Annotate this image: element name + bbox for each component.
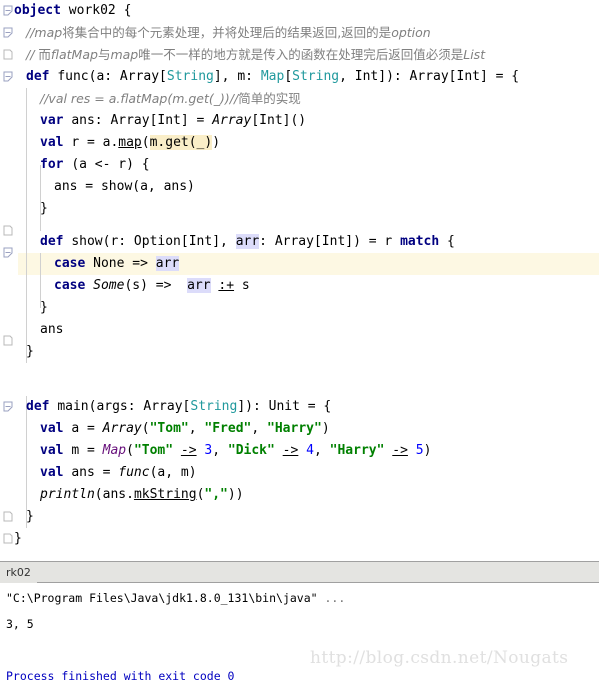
code-line[interactable]: ans = show(a, ans) (54, 176, 195, 198)
code-line[interactable]: val m = Map("Tom" -> 3, "Dick" -> 4, "Ha… (40, 440, 431, 462)
console-exit-message: Process finished with exit code 0 (6, 669, 235, 683)
console-command-text: "C:\Program Files\Java\jdk1.8.0_131\bin\… (6, 591, 325, 605)
code-line[interactable]: println(ans.mkString(",")) (40, 484, 244, 506)
code-line[interactable]: def func(a: Array[String], m: Map[String… (26, 66, 519, 88)
code-line[interactable]: val ans = func(a, m) (40, 462, 197, 484)
console-command-ellipsis: ... (324, 591, 346, 605)
code-line[interactable]: } (40, 297, 48, 319)
console-tab-bar[interactable]: rk02 (0, 561, 599, 583)
code-line[interactable]: } (26, 341, 34, 363)
code-line[interactable]: case Some(s) => arr :+ s (54, 275, 250, 297)
code-line[interactable]: } (14, 528, 22, 550)
code-text-area[interactable]: object work02 { //map将集合中的每个元素处理，并将处理后的结… (0, 0, 599, 561)
console-command-line: "C:\Program Files\Java\jdk1.8.0_131\bin\… (6, 589, 346, 608)
console-tab-work02[interactable]: rk02 (0, 562, 37, 583)
code-line[interactable]: val a = Array("Tom", "Fred", "Harry") (40, 418, 330, 440)
watermark-text: http://blog.csdn.net/Nougats (310, 648, 569, 668)
code-line[interactable]: case None => arr (54, 253, 180, 275)
code-editor[interactable]: object work02 { //map将集合中的每个元素处理，并将处理后的结… (0, 0, 599, 561)
code-line[interactable]: def show(r: Option[Int], arr: Array[Int]… (40, 231, 455, 253)
code-line[interactable]: //val res = a.flatMap(m.get(_))//简单的实现 (40, 88, 301, 110)
code-line[interactable]: object work02 { (14, 0, 131, 22)
code-line[interactable]: for (a <- r) { (40, 154, 150, 176)
code-line[interactable]: var ans: Array[Int] = Array[Int]() (40, 110, 306, 132)
code-line[interactable]: //map将集合中的每个元素处理，并将处理后的结果返回,返回的是option (26, 22, 431, 44)
code-line[interactable]: } (40, 198, 48, 220)
code-line[interactable]: } (26, 506, 34, 528)
console-program-output: 3, 5 (6, 617, 34, 631)
code-line[interactable]: ans (40, 319, 63, 341)
code-line[interactable]: def main(args: Array[String]): Unit = { (26, 396, 331, 418)
code-line[interactable]: // 而flatMap与map唯一不一样的地方就是传入的函数在处理完后返回值必须… (26, 44, 485, 66)
code-line[interactable]: val r = a.map(m.get(_)) (40, 132, 220, 154)
